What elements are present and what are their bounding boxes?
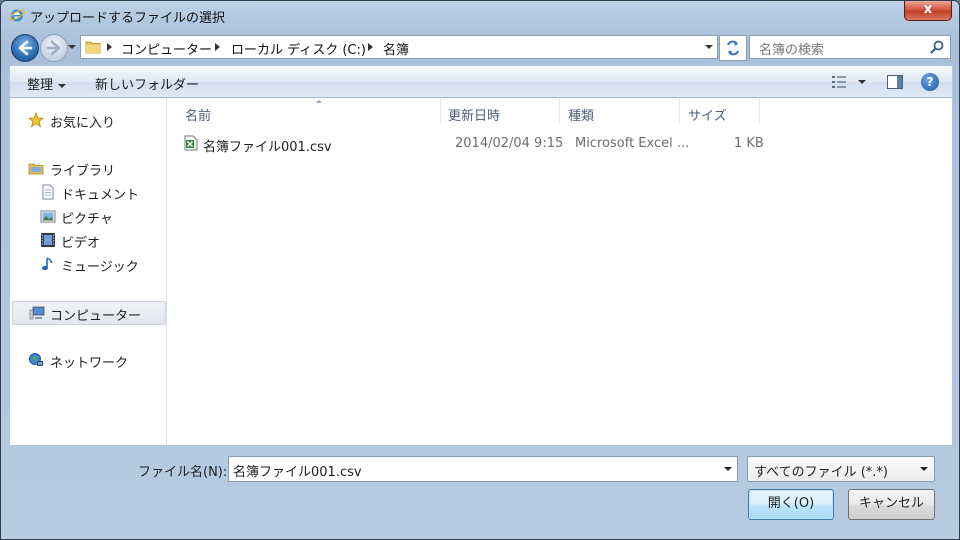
- address-bar[interactable]: コンピューター ローカル ディスク (C:) 名簿: [80, 35, 718, 59]
- search-box[interactable]: 名簿の検索: [749, 35, 951, 59]
- search-placeholder[interactable]: 名簿の検索: [759, 39, 824, 58]
- column-header-name[interactable]: 名前: [177, 98, 441, 124]
- breadcrumb-meibo[interactable]: 名簿: [383, 39, 409, 58]
- new-folder-button[interactable]: 新しいフォルダー: [95, 74, 199, 93]
- sort-ascending-icon: [316, 100, 322, 103]
- nav-item-label: ピクチャ: [61, 212, 113, 227]
- star-icon: [28, 112, 44, 128]
- file-name[interactable]: 名簿ファイル001.csv: [203, 136, 332, 155]
- breadcrumb-local-disk[interactable]: ローカル ディスク (C:): [231, 39, 366, 58]
- nav-item-label: お気に入り: [50, 116, 116, 131]
- network-icon: [29, 353, 43, 366]
- music-icon: [42, 257, 53, 271]
- file-modified: 2014/02/04 9:15: [455, 136, 564, 151]
- arrow-right-icon: [46, 40, 61, 56]
- nav-item-label: ドキュメント: [61, 188, 140, 203]
- chevron-down-icon: [920, 467, 928, 471]
- column-header-label: 種類: [568, 109, 595, 124]
- back-button[interactable]: [11, 34, 39, 62]
- nav-item-label: ビデオ: [61, 236, 101, 251]
- close-icon: x: [923, 2, 933, 17]
- chevron-down-icon: [58, 83, 67, 88]
- nav-item-videos[interactable]: ビデオ: [10, 229, 166, 251]
- video-icon: [41, 233, 55, 247]
- help-icon[interactable]: ?: [921, 73, 939, 91]
- close-button[interactable]: x: [904, 1, 952, 21]
- nav-item-label: ライブラリ: [50, 164, 116, 179]
- folder-icon: [85, 41, 101, 54]
- computer-icon: [29, 306, 45, 320]
- excel-csv-icon: [184, 135, 198, 151]
- library-icon: [28, 163, 44, 175]
- internet-explorer-icon: [9, 9, 25, 22]
- content-area: お気に入り ライブラリ ドキュメント ピクチャ ビデオ ミュージック コンピュー…: [9, 97, 953, 446]
- file-type-filter-value: すべてのファイル (*.*): [754, 465, 888, 480]
- picture-icon: [40, 210, 56, 223]
- navigation-bar: コンピューター ローカル ディスク (C:) 名簿 名簿の検索: [1, 31, 959, 63]
- address-history-dropdown-icon[interactable]: [705, 45, 713, 49]
- filename-combobox[interactable]: 名簿ファイル001.csv: [228, 456, 738, 482]
- change-view-icon[interactable]: [832, 75, 848, 89]
- column-header-label: 名前: [185, 109, 212, 124]
- column-header-modified[interactable]: 更新日時: [440, 98, 560, 124]
- nav-item-label: コンピューター: [50, 309, 142, 324]
- refresh-icon: [727, 40, 739, 56]
- column-header-label: サイズ: [688, 109, 727, 124]
- forward-button[interactable]: [40, 34, 68, 62]
- refresh-button[interactable]: [719, 35, 747, 61]
- view-options-dropdown-icon[interactable]: [858, 80, 866, 84]
- dialog-footer: ファイル名(N): 名簿ファイル001.csv すべてのファイル (*.*) 開…: [1, 444, 959, 539]
- nav-item-label: ミュージック: [61, 260, 139, 275]
- preview-pane-icon[interactable]: [887, 75, 903, 89]
- filename-value[interactable]: 名簿ファイル001.csv: [233, 461, 362, 480]
- breadcrumb-computer[interactable]: コンピューター: [121, 39, 212, 58]
- document-icon: [42, 184, 54, 200]
- arrow-left-icon: [18, 40, 33, 56]
- nav-item-computer[interactable]: コンピューター: [12, 301, 166, 325]
- file-size: 1 KB: [734, 136, 764, 151]
- file-type-filter[interactable]: すべてのファイル (*.*): [747, 456, 935, 482]
- title-bar: アップロードするファイルの選択 x: [1, 1, 959, 31]
- nav-item-music[interactable]: ミュージック: [10, 253, 166, 275]
- organize-button[interactable]: 整理: [27, 74, 67, 93]
- navigation-pane: お気に入り ライブラリ ドキュメント ピクチャ ビデオ ミュージック コンピュー…: [10, 98, 167, 445]
- cancel-button[interactable]: キャンセル: [848, 489, 935, 520]
- command-bar: 整理 新しいフォルダー ?: [9, 65, 953, 98]
- nav-item-network[interactable]: ネットワーク: [10, 349, 166, 371]
- window-title: アップロードするファイルの選択: [30, 11, 226, 26]
- nav-item-pictures[interactable]: ピクチャ: [10, 205, 166, 227]
- column-header-type[interactable]: 種類: [560, 98, 680, 124]
- nav-item-favorites[interactable]: お気に入り: [10, 109, 166, 131]
- organize-label: 整理: [27, 78, 54, 93]
- file-list: 名前 更新日時 種類 サイズ 名簿ファイル001.csv 2014/02/04 …: [167, 98, 952, 445]
- filename-label: ファイル名(N):: [138, 465, 228, 480]
- chevron-down-icon[interactable]: [724, 467, 732, 471]
- search-icon[interactable]: [930, 40, 944, 54]
- open-button[interactable]: 開く(O): [748, 489, 834, 520]
- nav-item-documents[interactable]: ドキュメント: [10, 181, 166, 203]
- file-type: Microsoft Excel ...: [575, 136, 690, 151]
- column-header-size[interactable]: サイズ: [680, 98, 760, 124]
- nav-item-label: ネットワーク: [50, 356, 129, 371]
- recent-pages-dropdown-icon[interactable]: [67, 41, 77, 53]
- breadcrumb-separator-icon[interactable]: [107, 43, 112, 51]
- file-open-dialog: アップロードするファイルの選択 x コンピューター ローカル ディスク (C:)…: [0, 0, 960, 540]
- breadcrumb-separator-icon[interactable]: [215, 43, 220, 51]
- file-row[interactable]: 名簿ファイル001.csv 2014/02/04 9:15 Microsoft …: [183, 134, 803, 155]
- column-header-label: 更新日時: [448, 109, 501, 124]
- nav-item-libraries[interactable]: ライブラリ: [10, 157, 166, 179]
- breadcrumb-separator-icon[interactable]: [368, 43, 373, 51]
